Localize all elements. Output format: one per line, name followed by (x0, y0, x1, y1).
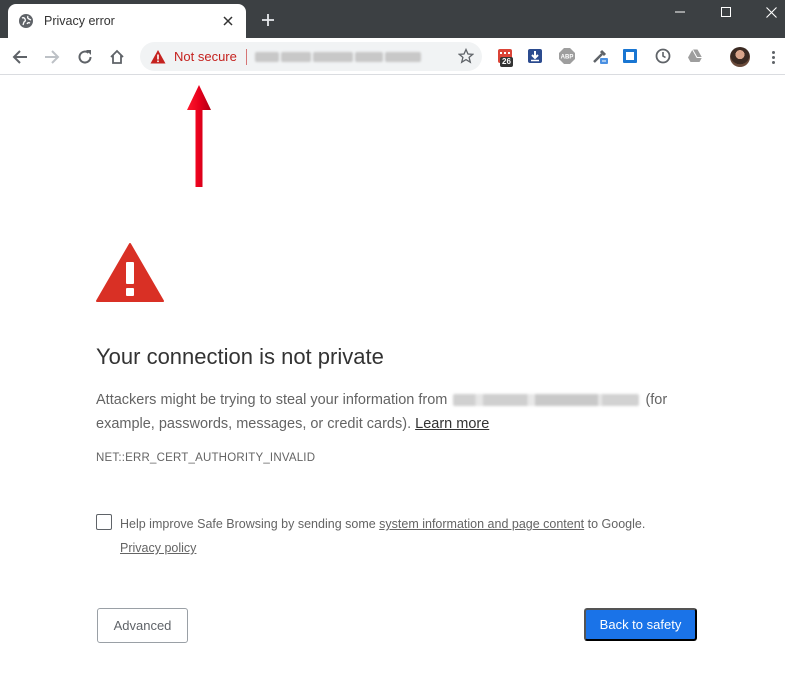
new-tab-icon[interactable] (258, 10, 278, 30)
drive-extension-icon[interactable] (686, 47, 704, 65)
close-window-icon[interactable] (748, 0, 785, 24)
eyedropper-extension-icon[interactable] (591, 47, 609, 65)
reload-icon[interactable] (74, 46, 96, 68)
not-secure-label[interactable]: Not secure (174, 49, 237, 64)
bookmark-star-icon[interactable] (458, 48, 474, 64)
tab-privacy-error[interactable]: Privacy error (8, 4, 246, 38)
page-heading: Your connection is not private (96, 344, 384, 369)
title-bar: Privacy error (0, 0, 785, 38)
error-code: NET::ERR_CERT_AUTHORITY_INVALID (96, 452, 316, 464)
annotation-arrow (187, 85, 211, 187)
back-to-safety-button[interactable]: Back to safety (584, 608, 697, 641)
forward-arrow-icon[interactable] (41, 46, 63, 68)
calendar-extension-icon[interactable]: 26 (496, 47, 514, 67)
window-extension-icon[interactable] (621, 47, 639, 65)
address-bar[interactable]: Not secure (140, 42, 482, 71)
adblock-plus-icon[interactable]: ABP (558, 47, 576, 65)
globe-icon (18, 13, 34, 29)
clock-extension-icon[interactable] (654, 47, 672, 65)
redacted-domain (453, 394, 640, 407)
advanced-button[interactable]: Advanced (97, 608, 188, 643)
safe-browsing-text-start: Help improve Safe Browsing by sending so… (120, 517, 376, 531)
abp-label: ABP (561, 55, 574, 61)
redacted-url (254, 50, 435, 64)
safe-browsing-checkbox[interactable] (96, 514, 112, 530)
learn-more-link[interactable]: Learn more (415, 416, 489, 432)
message-text-start: Attackers might be trying to steal your … (96, 392, 448, 408)
browser-toolbar: Not secure 26 ABP (0, 38, 785, 75)
omnibox-separator (245, 48, 247, 65)
minimize-icon[interactable] (657, 0, 703, 24)
close-tab-icon[interactable] (220, 13, 236, 29)
safe-browsing-text-end: to Google. (587, 517, 646, 531)
menu-kebab-icon[interactable] (764, 46, 782, 68)
tab-title: Privacy error (44, 14, 115, 28)
system-info-link[interactable]: system information and page content (379, 517, 584, 531)
maximize-icon[interactable] (703, 0, 749, 24)
profile-avatar[interactable] (730, 47, 750, 67)
warning-message: Attackers might be trying to steal your … (96, 388, 696, 436)
home-icon[interactable] (106, 46, 128, 68)
back-arrow-icon[interactable] (9, 46, 31, 68)
large-warning-icon (96, 243, 164, 302)
warning-icon[interactable] (150, 49, 166, 65)
calendar-badge: 26 (500, 57, 513, 67)
safe-browsing-optin: Help improve Safe Browsing by sending so… (96, 512, 696, 560)
privacy-policy-link[interactable]: Privacy policy (120, 541, 196, 555)
download-extension-icon[interactable] (526, 47, 544, 65)
